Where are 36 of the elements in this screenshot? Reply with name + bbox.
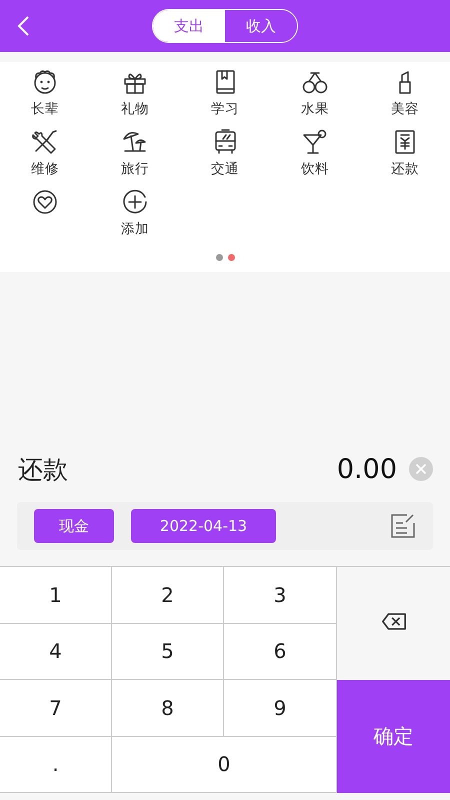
number-key[interactable]: . bbox=[0, 736, 112, 793]
tools-icon[interactable] bbox=[31, 128, 59, 156]
number-key[interactable]: 2 bbox=[112, 567, 224, 624]
date-button[interactable]: 2022-04-13 bbox=[131, 509, 276, 543]
category-item-label[interactable]: 维修 bbox=[31, 160, 59, 178]
category-item-label[interactable]: 旅行 bbox=[121, 160, 149, 178]
number-key[interactable]: 4 bbox=[0, 624, 112, 680]
category-item-label[interactable]: 礼物 bbox=[121, 100, 149, 118]
number-key[interactable]: 1 bbox=[0, 567, 112, 624]
category-item-label[interactable]: 水果 bbox=[301, 100, 329, 118]
back-icon[interactable] bbox=[16, 15, 30, 37]
number-key[interactable]: 7 bbox=[0, 680, 112, 736]
account-button[interactable]: 现金 bbox=[34, 509, 114, 543]
category-item-label[interactable]: 美容 bbox=[391, 100, 419, 118]
category-item-label[interactable]: 交通 bbox=[211, 160, 239, 178]
note-icon[interactable] bbox=[390, 513, 416, 539]
category-item-label[interactable]: 还款 bbox=[391, 160, 419, 178]
number-key[interactable]: 5 bbox=[112, 624, 224, 680]
amount-value: 0.00 bbox=[336, 454, 397, 484]
number-key[interactable]: 6 bbox=[224, 624, 337, 680]
category-item-label[interactable]: 添加 bbox=[121, 220, 149, 238]
category-label: 还款 bbox=[18, 454, 69, 486]
type-tab[interactable]: 支出 bbox=[153, 10, 225, 42]
category-item-label[interactable]: 学习 bbox=[211, 100, 239, 118]
number-key[interactable]: 3 bbox=[224, 567, 337, 624]
category-item-label[interactable]: 长辈 bbox=[31, 100, 59, 118]
backspace-icon bbox=[380, 612, 406, 630]
cocktail-icon[interactable] bbox=[301, 128, 329, 156]
page-dot[interactable] bbox=[228, 254, 234, 261]
page-dot[interactable] bbox=[216, 254, 222, 261]
confirm-button[interactable]: 确定 bbox=[337, 680, 450, 793]
number-key[interactable]: 9 bbox=[224, 680, 337, 736]
category-item-label[interactable]: 饮料 bbox=[301, 160, 329, 178]
number-key[interactable]: 8 bbox=[112, 680, 224, 736]
add-icon[interactable] bbox=[121, 188, 149, 216]
number-key[interactable]: 0 bbox=[112, 736, 337, 793]
